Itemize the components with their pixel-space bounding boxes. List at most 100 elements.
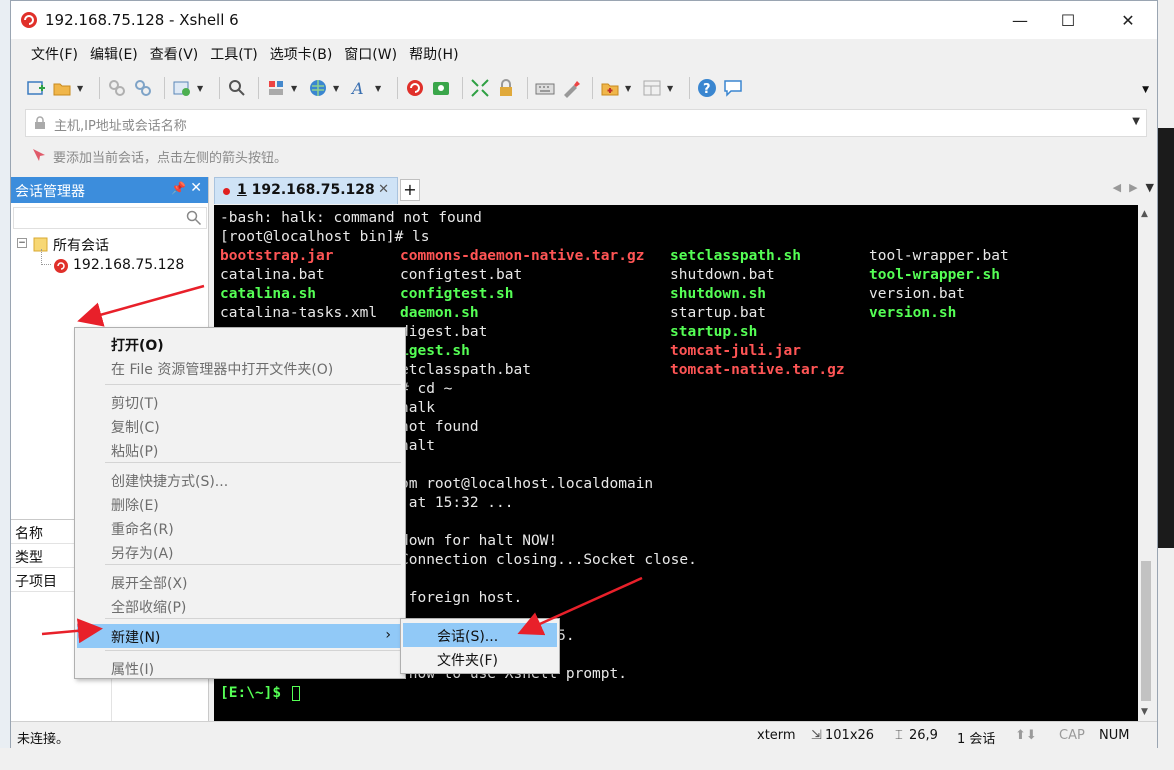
menu-separator [105, 564, 401, 565]
xftp-icon[interactable] [430, 77, 452, 99]
menu-window[interactable]: 窗口(W) [338, 44, 403, 64]
close-button[interactable]: ✕ [1105, 1, 1151, 39]
menu-view[interactable]: 查看(V) [144, 44, 205, 64]
terminal-scrollbar[interactable]: ▲ ▼ [1138, 205, 1154, 721]
ls-entry: tomcat-native.tar.gz [670, 362, 845, 378]
scroll-up-icon[interactable]: ▲ [1141, 209, 1148, 219]
add-session-arrow-icon[interactable] [31, 147, 47, 167]
submenu-arrow-icon: › [385, 627, 391, 643]
toolbar-overflow-icon[interactable]: ▼ [1142, 85, 1149, 95]
hint-bar: 要添加当前会话，点击左侧的箭头按钮。 [25, 143, 1147, 169]
session-icon [53, 258, 69, 278]
terminal-line: om root@localhost.localdomain [400, 476, 654, 492]
terminal-line: down for halt NOW! [400, 533, 558, 549]
cursor-icon: ⌶ [895, 728, 903, 743]
ls-entry: digest.bat [400, 324, 488, 340]
new-folder-icon[interactable] [599, 77, 621, 99]
tab-list-icon[interactable]: ▼ [1146, 181, 1154, 194]
font-dropdown-icon[interactable]: ▼ [375, 84, 383, 93]
pin-icon[interactable]: 📌 [171, 181, 186, 195]
ctx-paste[interactable]: 粘贴(P) [77, 438, 403, 462]
tab-session[interactable]: 1 192.168.75.128 ✕ [214, 177, 398, 204]
menu-item-label: 新建(N) [111, 630, 161, 646]
ctx-cut[interactable]: 剪切(T) [77, 390, 403, 414]
new-session-icon[interactable] [25, 77, 47, 99]
ctx-rename[interactable]: 重命名(R) [77, 516, 403, 540]
ls-entry: catalina.bat [220, 267, 325, 283]
menu-separator [105, 650, 401, 651]
ctx-collapse-all[interactable]: 全部收缩(P) [77, 594, 403, 618]
background-window-right [1158, 0, 1174, 770]
new-submenu: 会话(S)... 文件夹(F) [400, 618, 560, 674]
maximize-button[interactable]: ☐ [1045, 1, 1091, 39]
tab-close-icon[interactable]: ✕ [378, 182, 389, 197]
session-manager-title: 会话管理器 [15, 184, 85, 200]
connect-icon[interactable] [106, 77, 128, 99]
tab-next-icon[interactable]: ▶ [1129, 181, 1145, 194]
address-bar[interactable]: 主机,IP地址或会话名称 ▼ [25, 109, 1147, 137]
menu-bar: 文件(F) 编辑(E) 查看(V) 工具(T) 选项卡(B) 窗口(W) 帮助(… [11, 39, 1157, 69]
scrollbar-thumb[interactable] [1141, 561, 1151, 701]
ctx-create-shortcut[interactable]: 创建快捷方式(S)... [77, 468, 403, 492]
xshell-icon[interactable] [404, 77, 426, 99]
menu-file[interactable]: 文件(F) [25, 44, 84, 64]
panel-layout-icon[interactable] [641, 77, 663, 99]
close-panel-icon[interactable]: ✕ [190, 180, 202, 196]
help-icon[interactable]: ? [696, 77, 718, 99]
session-search-input[interactable] [13, 207, 207, 229]
submenu-new-folder[interactable]: 文件夹(F) [403, 647, 557, 671]
menu-item-label: 全部收缩(P) [111, 600, 187, 616]
ctx-copy[interactable]: 复制(C) [77, 414, 403, 438]
menu-tools[interactable]: 工具(T) [204, 44, 263, 64]
search-icon[interactable] [226, 77, 248, 99]
tree-item-session[interactable]: 192.168.75.128 [11, 249, 208, 278]
menu-help[interactable]: 帮助(H) [403, 44, 464, 64]
menu-tabs[interactable]: 选项卡(B) [264, 44, 339, 64]
disconnect-icon[interactable] [132, 77, 154, 99]
minimize-button[interactable]: — [997, 1, 1043, 39]
ls-entry: catalina.sh [220, 286, 317, 302]
open-dropdown-icon[interactable]: ▼ [77, 84, 85, 93]
submenu-new-session[interactable]: 会话(S)... [403, 623, 557, 647]
menu-edit[interactable]: 编辑(E) [84, 44, 144, 64]
ls-entry: commons-daemon-native.tar.gz [400, 248, 645, 264]
context-menu: 打开(O) 在 File 资源管理器中打开文件夹(O) 剪切(T) 复制(C) 粘贴(P… [74, 327, 406, 679]
ctx-expand-all[interactable]: 展开全部(X) [77, 570, 403, 594]
ctx-open-in-explorer[interactable]: 在 File 资源管理器中打开文件夹(O) [77, 356, 403, 380]
ctx-open[interactable]: 打开(O) [77, 332, 403, 356]
scroll-down-icon[interactable]: ▼ [1141, 707, 1148, 717]
highlight-icon[interactable] [560, 77, 582, 99]
tab-prev-icon[interactable]: ◀ [1113, 181, 1129, 194]
terminal-line: Connection closing...Socket close. [400, 552, 697, 568]
toolbar-separator [258, 77, 259, 99]
layout-icon[interactable] [265, 77, 287, 99]
globe-dropdown-icon[interactable]: ▼ [333, 84, 341, 93]
tab-label: 1 192.168.75.128 [237, 182, 375, 198]
layout-dropdown-icon[interactable]: ▼ [291, 84, 299, 93]
fullscreen-icon[interactable] [469, 77, 491, 99]
add-tab-button[interactable]: + [400, 179, 420, 201]
address-placeholder: 主机,IP地址或会话名称 [54, 119, 187, 134]
globe-icon[interactable] [307, 77, 329, 99]
terminal-size: 101x26 [825, 728, 875, 743]
properties-dropdown-icon[interactable]: ▼ [197, 84, 205, 93]
new-folder-dropdown-icon[interactable]: ▼ [625, 84, 633, 93]
ctx-properties[interactable]: 属性(I) [77, 656, 403, 680]
menu-item-label: 创建快捷方式(S)... [111, 474, 229, 490]
ctx-delete[interactable]: 删除(E) [77, 492, 403, 516]
keyboard-icon[interactable] [534, 77, 556, 99]
chat-icon[interactable] [722, 77, 744, 99]
ctx-new[interactable]: 新建(N) › [77, 624, 403, 648]
lock-icon[interactable] [495, 77, 517, 99]
address-dropdown-icon[interactable]: ▼ [1132, 116, 1140, 127]
font-icon[interactable]: A [349, 77, 371, 99]
ctx-save-as[interactable]: 另存为(A) [77, 540, 403, 564]
collapse-icon[interactable]: − [17, 238, 27, 248]
background-terminal-strip [1158, 128, 1174, 548]
panel-layout-dropdown-icon[interactable]: ▼ [667, 84, 675, 93]
lock-icon [34, 116, 46, 134]
menu-item-label: 重命名(R) [111, 522, 174, 538]
open-folder-icon[interactable] [51, 77, 73, 99]
properties-icon[interactable] [171, 77, 193, 99]
title-bar[interactable]: 192.168.75.128 - Xshell 6 — ☐ ✕ [11, 1, 1157, 39]
